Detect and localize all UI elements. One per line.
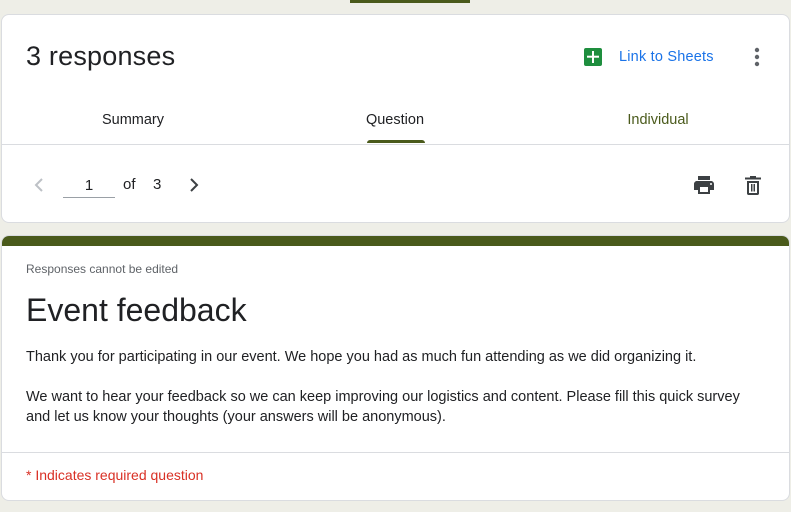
responses-count-title: 3 responses bbox=[26, 41, 176, 71]
link-to-sheets-label: Link to Sheets bbox=[619, 49, 714, 65]
form-description-paragraph: We want to hear your feedback so we can … bbox=[26, 389, 740, 425]
chevron-left-icon[interactable] bbox=[27, 173, 51, 197]
response-tabs: Summary Question Individual bbox=[2, 99, 789, 145]
form-divider bbox=[2, 452, 789, 453]
response-number-input[interactable] bbox=[63, 173, 115, 198]
trash-icon[interactable] bbox=[741, 173, 765, 197]
form-description-paragraph: Thank you for participating in our event… bbox=[26, 349, 697, 365]
tab-indicator bbox=[367, 140, 425, 143]
responses-header-card: 3 responses Link to Sheets Summary Quest… bbox=[1, 14, 790, 223]
tabs-divider bbox=[2, 144, 789, 145]
link-to-sheets-button[interactable]: Link to Sheets bbox=[583, 46, 714, 68]
sheets-icon bbox=[583, 47, 603, 67]
form-description: Thank you for participating in our event… bbox=[26, 347, 746, 447]
form-accent-bar bbox=[2, 236, 789, 246]
pager-of-label: of bbox=[123, 176, 136, 193]
tab-summary[interactable]: Summary bbox=[2, 99, 264, 145]
more-vert-icon[interactable] bbox=[747, 45, 767, 69]
pager-total: 3 bbox=[153, 176, 162, 193]
edit-notice: Responses cannot be edited bbox=[26, 262, 179, 276]
form-title: Event feedback bbox=[26, 292, 247, 328]
form-response-card: Responses cannot be edited Event feedbac… bbox=[1, 235, 790, 501]
print-icon[interactable] bbox=[692, 173, 716, 197]
tab-individual[interactable]: Individual bbox=[527, 99, 789, 145]
response-pager: of 3 bbox=[2, 165, 789, 205]
required-question-note: * Indicates required question bbox=[26, 467, 204, 483]
top-accent-strip bbox=[350, 0, 470, 3]
tab-question[interactable]: Question bbox=[264, 99, 526, 145]
chevron-right-icon[interactable] bbox=[182, 173, 206, 197]
